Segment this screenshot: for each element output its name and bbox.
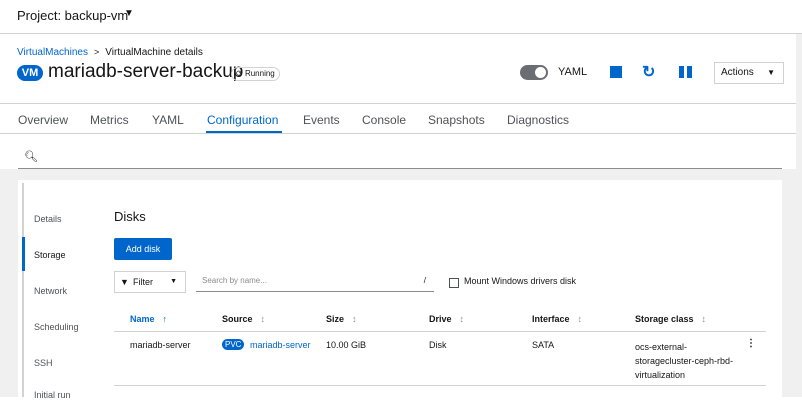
config-nav-scheduling[interactable]: Scheduling	[34, 322, 79, 332]
add-disk-button[interactable]: Add disk	[114, 238, 172, 260]
active-tab-indicator	[206, 131, 282, 133]
tab-snapshots[interactable]: Snapshots	[428, 113, 485, 127]
status-text: Running	[244, 69, 275, 78]
config-nav-storage[interactable]: Storage	[34, 250, 66, 260]
tab-overview[interactable]: Overview	[18, 113, 68, 127]
search-input[interactable]: 🔍︎	[18, 146, 782, 169]
column-header-name[interactable]: Name ↑	[130, 314, 167, 324]
config-nav-details[interactable]: Details	[34, 214, 62, 224]
column-header-storage-class[interactable]: Storage class ↕	[635, 314, 706, 324]
tabs-divider	[0, 133, 802, 134]
search-shortcut-hint: /	[423, 276, 426, 285]
column-header-label: Storage class	[635, 314, 694, 324]
search-icon: 🔍︎	[24, 151, 38, 163]
toggle-knob	[535, 67, 546, 78]
tab-console[interactable]: Console	[362, 113, 406, 127]
mount-windows-drivers-label: Mount Windows drivers disk	[464, 276, 577, 286]
disks-heading: Disks	[114, 209, 146, 224]
scrollbar[interactable]	[796, 34, 802, 397]
chevron-right-icon: >	[93, 47, 100, 57]
actions-label: Actions	[721, 67, 754, 78]
search-placeholder: Search by name...	[202, 276, 267, 285]
pause-icon[interactable]	[679, 66, 692, 78]
stop-icon[interactable]	[610, 66, 622, 78]
disk-storage-class: ocs-external-storagecluster-ceph-rbd-vir…	[635, 342, 734, 380]
column-header-label: Interface	[532, 314, 570, 324]
filter-icon: ▼	[120, 277, 129, 287]
column-header-size[interactable]: Size ↕	[326, 314, 357, 324]
tab-metrics[interactable]: Metrics	[90, 113, 129, 127]
kebab-menu-icon[interactable]: ⋮	[746, 338, 756, 349]
mount-windows-drivers-checkbox[interactable]	[449, 278, 459, 288]
config-nav-initial-run[interactable]: Initial run	[34, 390, 71, 400]
vertical-nav-active-indicator	[22, 237, 25, 271]
tab-diagnostics[interactable]: Diagnostics	[507, 113, 569, 127]
sort-icon: ↕	[577, 314, 583, 324]
column-header-label: Size	[326, 314, 345, 324]
vertical-nav-track	[22, 183, 24, 397]
vm-badge: VM	[17, 65, 43, 81]
source-pvc-link[interactable]: mariadb-server	[250, 340, 311, 350]
column-header-drive[interactable]: Drive ↕	[429, 314, 464, 324]
column-header-source[interactable]: Source ↕	[222, 314, 265, 324]
pvc-badge: PVC	[222, 339, 245, 350]
project-selector[interactable]: Project: backup-vm	[17, 8, 128, 23]
tab-configuration[interactable]: Configuration	[207, 113, 278, 127]
yaml-toggle[interactable]	[520, 65, 548, 80]
sort-icon: ↕	[459, 314, 465, 324]
column-header-label: Name	[130, 314, 155, 324]
sort-icon: ↕	[352, 314, 357, 324]
filter-dropdown[interactable]: ▼ Filter ▼	[114, 271, 186, 293]
status-badge: ⟳ Running	[231, 67, 280, 81]
restart-icon[interactable]: ↻	[642, 62, 655, 82]
disk-interface: SATA	[532, 340, 555, 350]
config-nav-network[interactable]: Network	[34, 286, 67, 296]
disk-name: mariadb-server	[130, 340, 191, 350]
column-header-label: Source	[222, 314, 253, 324]
tab-events[interactable]: Events	[303, 113, 340, 127]
table-row-divider	[114, 385, 766, 386]
column-header-label: Drive	[429, 314, 452, 324]
header-divider	[0, 103, 802, 104]
disk-drive: Disk	[429, 340, 447, 350]
table-header-divider	[114, 331, 766, 332]
config-nav-ssh[interactable]: SSH	[34, 358, 53, 368]
sort-icon: ↕	[701, 314, 707, 324]
breadcrumb-virtualmachines-link[interactable]: VirtualMachines	[17, 47, 88, 58]
sort-icon: ↕	[260, 314, 266, 324]
breadcrumb: VirtualMachines > VirtualMachine details	[17, 47, 203, 58]
tab-yaml[interactable]: YAML	[152, 113, 184, 127]
page-title: mariadb-server-backup	[48, 61, 244, 82]
filter-label: Filter	[133, 277, 153, 287]
caret-down-icon[interactable]: ▼	[124, 8, 134, 19]
caret-down-icon: ▼	[170, 278, 177, 285]
sync-icon: ⟳	[236, 69, 243, 78]
breadcrumb-current: VirtualMachine details	[105, 47, 203, 58]
yaml-toggle-label: YAML	[558, 66, 588, 78]
search-by-name-input[interactable]: Search by name... /	[196, 271, 434, 292]
sort-arrow-up-icon: ↑	[162, 314, 168, 324]
column-header-interface[interactable]: Interface ↕	[532, 314, 582, 324]
caret-down-icon: ▼	[767, 68, 775, 77]
actions-dropdown[interactable]: Actions ▼	[714, 62, 784, 84]
disk-size: 10.00 GiB	[326, 340, 367, 350]
